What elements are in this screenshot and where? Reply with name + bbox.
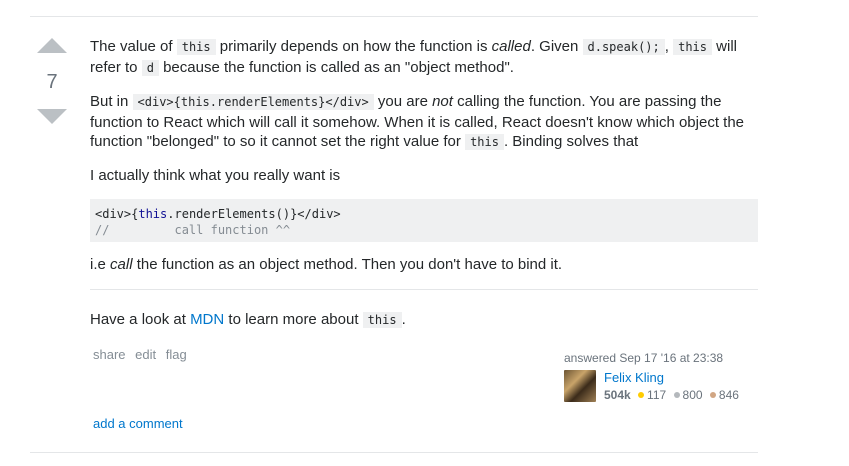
text: .: [401, 311, 406, 328]
avatar[interactable]: [564, 370, 596, 402]
reputation-score: 504k: [604, 388, 631, 402]
inline-code: this: [362, 312, 402, 328]
text: primarily depends on how the function is: [215, 38, 492, 55]
inline-code: this: [465, 134, 504, 150]
post-divider: [90, 289, 758, 290]
text: because the function is called as an "ob…: [158, 58, 514, 76]
answered-time: answered Sep 17 '16 at 23:38: [564, 350, 744, 366]
silver-badge-icon: [673, 392, 680, 398]
code-block: <div>{this.renderElements()}</div> // ca…: [90, 199, 758, 242]
code-keyword: this: [138, 207, 168, 221]
text: The value of: [90, 38, 177, 55]
mdn-link[interactable]: MDN: [190, 311, 224, 328]
inline-code: this: [176, 39, 216, 55]
user-name-link[interactable]: Felix Kling: [604, 370, 664, 385]
bronze-badge-icon: [709, 392, 716, 398]
reputation: 504k 117 800 846: [604, 388, 739, 402]
vote-down-icon[interactable]: [37, 109, 67, 124]
inline-code: <div>{this.renderElements}</div>: [132, 94, 374, 110]
emphasis: call: [110, 256, 133, 273]
text: ,: [664, 38, 674, 55]
code-comment: // call function ^^: [95, 223, 291, 237]
text: Have a look at: [90, 311, 191, 328]
paragraph-1: The value of this primarily depends on h…: [90, 37, 758, 78]
inline-code: this: [673, 39, 712, 55]
text: . Binding solves that: [503, 133, 639, 150]
text: you are: [373, 93, 433, 110]
gold-badge-icon: [638, 392, 645, 398]
vote-count: 7: [46, 71, 58, 93]
edit-link[interactable]: edit: [135, 347, 156, 362]
code-text: <div>{: [95, 207, 139, 221]
share-link[interactable]: share: [93, 347, 126, 362]
add-comment-link[interactable]: add a comment: [93, 416, 183, 431]
top-divider: [30, 16, 758, 17]
user-info: Felix Kling 504k 117 800 846: [564, 370, 744, 404]
paragraph-2: But in <div>{this.renderElements}</div> …: [90, 92, 758, 153]
paragraph-4: i.e call the function as an object metho…: [90, 255, 758, 275]
action-label: answered: [564, 351, 617, 365]
bronze-badge-count: 846: [718, 388, 739, 402]
text: to learn more about: [224, 311, 363, 328]
paragraph-3: I actually think what you really want is: [90, 167, 341, 184]
vote-cell: 7: [32, 38, 72, 124]
paragraph-5: Have a look at MDN to learn more about t…: [90, 310, 758, 331]
flag-link[interactable]: flag: [166, 347, 187, 362]
emphasis: called: [491, 38, 531, 55]
inline-code: d.speak();: [582, 39, 665, 55]
post-menu: share edit flag: [93, 347, 193, 362]
vote-up-icon[interactable]: [37, 38, 67, 53]
gold-badge-count: 117: [647, 388, 667, 402]
bottom-divider: [30, 452, 758, 453]
user-signature: answered Sep 17 '16 at 23:38 Felix Kling…: [564, 350, 744, 404]
emphasis: not: [432, 93, 453, 110]
text: i.e: [90, 256, 111, 273]
text: . Given: [530, 38, 583, 55]
text: But in: [90, 93, 133, 110]
code-text: .renderElements()}</div>: [167, 207, 341, 221]
silver-badge-count: 800: [682, 388, 703, 402]
timestamp: Sep 17 '16 at 23:38: [619, 351, 724, 365]
inline-code: d: [141, 59, 159, 76]
text: the function as an object method. Then y…: [132, 256, 563, 273]
